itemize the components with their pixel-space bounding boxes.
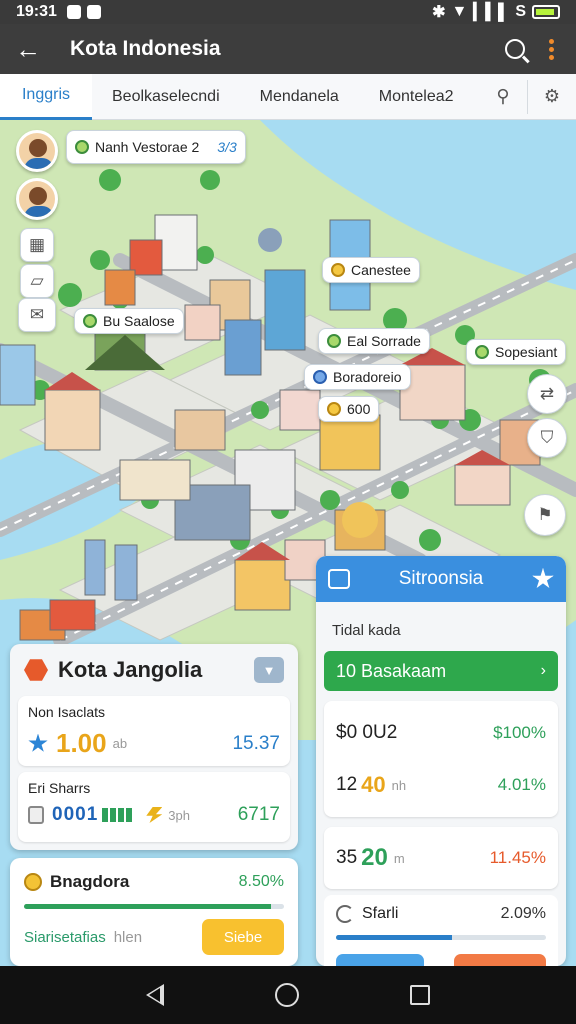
- map-pin-canestee[interactable]: Canestee: [322, 257, 420, 283]
- map-layer-icon[interactable]: ▦: [20, 228, 54, 262]
- action-progress-bar: [336, 935, 546, 940]
- stat-card-shares: Eri Sharrs 0001 3ph 6717: [18, 772, 290, 842]
- bluetooth-icon: ✱: [432, 4, 446, 21]
- map-pin-sopesiant[interactable]: Sopesiant: [466, 339, 567, 365]
- back-arrow-icon[interactable]: ←: [0, 24, 56, 74]
- location-dot-icon: [75, 140, 89, 154]
- stat-card-population: Non Isaclats 1.00 ab 15.37: [18, 696, 290, 766]
- siebe-button[interactable]: Siebe: [202, 919, 284, 955]
- collapse-chevron-icon[interactable]: ▼: [254, 657, 284, 683]
- action-card: Sfarli 2.09% Saricta Pasba: [324, 895, 558, 966]
- carrier-badge: S: [515, 3, 526, 20]
- player-avatar[interactable]: [16, 130, 58, 172]
- total-summary-row[interactable]: 10 Basakaam ›: [324, 651, 558, 691]
- statistics-panel: Sitroonsia Tidal kada 10 Basakaam › $0 0…: [316, 556, 566, 966]
- nav-home-icon[interactable]: [274, 983, 299, 1007]
- star-icon: [28, 733, 48, 752]
- more-options-icon[interactable]: [549, 38, 554, 60]
- scroll-icon: [28, 806, 44, 824]
- wifi-icon: ▼: [451, 3, 468, 20]
- chevron-right-icon: ›: [540, 662, 546, 679]
- tab-beolkaselecndi[interactable]: Beolkaselecndi: [92, 74, 240, 120]
- route-icon[interactable]: ⇄: [527, 374, 567, 414]
- stats-list: $0 0U2 $100% 12 40 nh 4.01%: [324, 701, 558, 817]
- location-dot-icon: [313, 370, 327, 384]
- battery-icon: [532, 5, 560, 19]
- settings-icon[interactable]: ⚙: [528, 74, 576, 120]
- tab-montelea2[interactable]: Montelea2: [359, 74, 474, 120]
- system-nav-bar: [0, 966, 576, 1024]
- status-time: 19:31: [16, 3, 57, 20]
- stats-row-highlight: 35 20 m 11.45%: [324, 827, 558, 889]
- city-emblem-icon: [24, 659, 48, 681]
- map-pin-boradoreio[interactable]: Boradoreio: [304, 364, 411, 390]
- map-filter-icon[interactable]: ▱: [20, 264, 54, 298]
- map-pin-eal-sorrade[interactable]: Eal Sorrade: [318, 328, 430, 354]
- location-dot-icon: [83, 314, 97, 328]
- tab-inggris[interactable]: Inggris: [0, 73, 92, 120]
- tab-search-icon[interactable]: ⚲: [479, 74, 527, 120]
- location-dot-icon: [475, 345, 489, 359]
- coin-icon: [327, 402, 341, 416]
- shield-icon[interactable]: ⛉: [527, 418, 567, 458]
- stats-row: $0 0U2 $100%: [336, 722, 546, 743]
- app-bar: ← Kota Indonesia: [0, 24, 576, 74]
- map-pin-resource[interactable]: 600: [318, 396, 380, 422]
- refresh-icon: [336, 905, 354, 923]
- notification-icon: [66, 5, 81, 19]
- page-title: Kota Indonesia: [70, 37, 221, 60]
- favorite-star-icon[interactable]: [532, 568, 554, 589]
- message-icon: [86, 5, 101, 19]
- status-bar: 19:31 ✱ ▼ ▎▍▌ S: [0, 0, 576, 24]
- energy-icon: [146, 807, 163, 823]
- map-pin-nanh-vestorae[interactable]: Nanh Vestorae 2 3/3: [66, 130, 246, 164]
- nav-back-icon[interactable]: [145, 984, 164, 1006]
- map-pin-bu-saalose[interactable]: Bu Saalose: [74, 308, 184, 334]
- tab-bar: Inggris Beolkaselecndi Mendanela Montele…: [0, 73, 576, 120]
- location-dot-icon: [327, 334, 341, 348]
- nav-recents-icon[interactable]: [410, 985, 431, 1005]
- coin-icon: [331, 263, 345, 277]
- signpost-icon[interactable]: ⚑: [524, 494, 566, 536]
- pasba-button[interactable]: Pasba: [454, 954, 546, 966]
- signal-icon: ▎▍▌: [473, 4, 510, 21]
- app-screen: 19:31 ✱ ▼ ▎▍▌ S ← Kota Indonesia Inggris…: [0, 0, 576, 1024]
- gold-coin-icon: [24, 873, 42, 891]
- map-message-icon[interactable]: ✉: [18, 298, 56, 332]
- city-info-panel: Kota Jangolia ▼ Non Isaclats 1.00 ab 15.…: [10, 644, 298, 850]
- city-title: Kota Jangolia: [58, 657, 203, 682]
- stats-row: 12 40 nh 4.01%: [336, 772, 546, 797]
- companion-avatar[interactable]: [16, 178, 58, 220]
- tab-mendanela[interactable]: Mendanela: [240, 74, 359, 120]
- search-icon[interactable]: [505, 39, 525, 59]
- level-bars-icon: [102, 808, 133, 822]
- saricta-button[interactable]: Saricta: [336, 954, 424, 966]
- statistics-title: Sitroonsia: [398, 568, 484, 589]
- resource-panel: Bnagdora 8.50% Siarisetafias hlen Siebe: [10, 858, 298, 966]
- chart-icon: [328, 569, 350, 589]
